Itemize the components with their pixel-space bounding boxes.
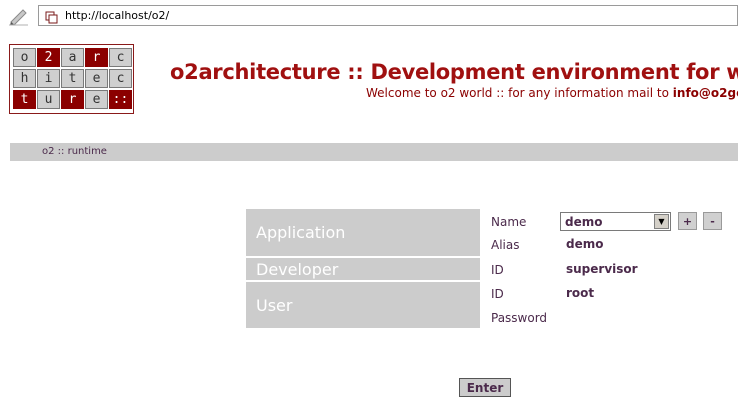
remove-button[interactable]: - bbox=[703, 212, 722, 230]
logo-cell: u bbox=[37, 90, 60, 109]
logo-cell: e bbox=[85, 90, 108, 109]
logo-cell: h bbox=[13, 69, 36, 88]
logo-cell: i bbox=[37, 69, 60, 88]
breadcrumb-text[interactable]: o2 :: runtime bbox=[42, 146, 107, 157]
developer-id-value: supervisor bbox=[566, 262, 638, 276]
logo-cell: 2 bbox=[37, 48, 60, 67]
o2-logo: o 2 a r c h i t e c t u r e:: bbox=[9, 44, 134, 114]
logo-cell: e bbox=[85, 69, 108, 88]
application-panel: Application bbox=[246, 209, 480, 256]
user-id-label: ID bbox=[491, 287, 504, 301]
user-label: User bbox=[256, 295, 293, 315]
logo-cell: r bbox=[85, 48, 108, 67]
alias-value: demo bbox=[566, 237, 604, 251]
user-id-value: root bbox=[566, 286, 595, 300]
chevron-down-icon[interactable]: ▼ bbox=[654, 214, 669, 229]
welcome-prefix: Welcome to o2 world :: for any informati… bbox=[366, 86, 669, 100]
name-select-value: demo bbox=[565, 215, 603, 229]
developer-panel: Developer bbox=[246, 258, 480, 280]
developer-id-label: ID bbox=[491, 263, 504, 277]
logo-cell: r bbox=[61, 90, 84, 109]
pencil-icon[interactable] bbox=[8, 6, 30, 26]
password-label: Password bbox=[491, 311, 548, 325]
logo-cell: a bbox=[61, 48, 84, 67]
logo-grid: o 2 a r c h i t e c t u r e:: bbox=[13, 48, 132, 109]
browser-address-bar: http://localhost/o2/ bbox=[0, 0, 738, 32]
developer-label: Developer bbox=[256, 259, 339, 279]
logo-cell: t bbox=[61, 69, 84, 88]
logo-cell: t bbox=[13, 90, 36, 109]
name-select[interactable]: demo ▼ bbox=[560, 212, 671, 231]
logo-cell: :: bbox=[109, 90, 132, 109]
enter-button[interactable]: Enter bbox=[459, 378, 511, 397]
page-title: o2architecture :: Development environmen… bbox=[170, 60, 738, 84]
url-text: http://localhost/o2/ bbox=[65, 9, 170, 22]
name-label: Name bbox=[491, 215, 527, 229]
url-input[interactable]: http://localhost/o2/ bbox=[38, 5, 738, 26]
user-panel: User bbox=[246, 282, 480, 328]
add-button[interactable]: + bbox=[678, 212, 697, 230]
email-link[interactable]: info@o2gen. bbox=[673, 86, 738, 100]
logo-cell: o bbox=[13, 48, 36, 67]
page-icon bbox=[45, 9, 58, 24]
logo-cell: c bbox=[109, 69, 132, 88]
alias-label: Alias bbox=[491, 238, 520, 252]
application-label: Application bbox=[256, 223, 346, 242]
logo-cell: c bbox=[109, 48, 132, 67]
welcome-text: Welcome to o2 world :: for any informati… bbox=[366, 86, 738, 100]
breadcrumb: o2 :: runtime bbox=[10, 143, 738, 161]
